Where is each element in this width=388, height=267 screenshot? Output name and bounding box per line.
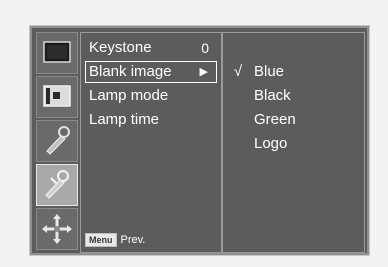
options-icon [45,170,69,199]
submenu-item-logo[interactable]: Logo [223,133,363,155]
menu-item-label: Lamp time [89,111,160,128]
submenu-item-label: Green [254,111,296,128]
picture-icon [43,41,71,63]
main-menu-list: Keystone 0 Blank image ▶ Lamp mode Lamp … [80,32,222,253]
menu-item-blank-image[interactable]: Blank image ▶ [85,61,217,83]
submenu-item-label: Logo [254,135,288,152]
menu-item-label: Lamp mode [89,87,169,104]
menu-item-label: Keystone [89,39,152,56]
audio-category-tile[interactable] [36,120,78,162]
submenu-item-blue[interactable]: √ Blue [223,61,363,83]
menu-item-lamp-mode[interactable]: Lamp mode [85,85,217,107]
menu-item-keystone[interactable]: Keystone 0 [85,37,217,59]
submenu-item-green[interactable]: Green [223,109,363,131]
screen-category-tile[interactable] [36,76,78,118]
menu-item-lamp-time[interactable]: Lamp time [85,109,217,131]
position-category-tile[interactable] [36,208,78,250]
category-icon-column [36,32,78,251]
menu-item-label: Blank image [89,63,172,80]
options-category-tile[interactable] [36,164,78,206]
submenu-item-black[interactable]: Black [223,85,363,107]
submenu-item-label: Black [254,87,291,104]
keystone-value: 0 [201,40,209,56]
submenu-item-label: Blue [254,63,285,80]
screen-icon [43,85,71,107]
osd-menu-panel: Keystone 0 Blank image ▶ Lamp mode Lamp … [30,26,369,255]
checkmark-icon: √ [233,63,243,80]
position-icon [42,214,72,244]
audio-icon [46,126,70,155]
picture-category-tile[interactable] [36,32,78,74]
submenu-arrow-icon: ▶ [199,66,208,78]
menu-footer: Menu Prev. [85,231,145,249]
footer-action-label: Prev. [120,234,146,246]
blank-image-submenu: √ Blue Black Green Logo [222,32,365,253]
menu-key-icon: Menu [85,233,117,247]
